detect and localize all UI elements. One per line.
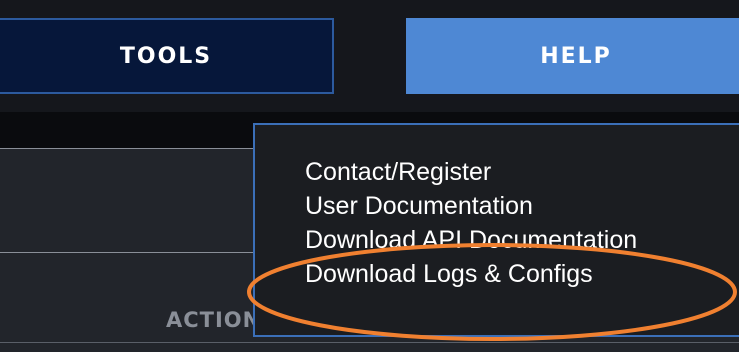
tab-tools-label: TOOLS (119, 43, 213, 69)
top-navigation-bar: TOOLS HELP (0, 0, 739, 112)
action-column-header: ACTION (166, 308, 262, 332)
app-window: TOOLS HELP ACTION Contact/Register User … (0, 0, 739, 352)
menu-item-user-documentation[interactable]: User Documentation (305, 189, 637, 223)
divider (0, 342, 739, 343)
menu-item-download-logs-configs[interactable]: Download Logs & Configs (305, 257, 637, 291)
menu-item-contact-register[interactable]: Contact/Register (305, 155, 637, 189)
menu-item-download-api-documentation[interactable]: Download API Documentation (305, 223, 637, 257)
help-dropdown-menu: Contact/Register User Documentation Down… (253, 123, 739, 337)
tab-help[interactable]: HELP (406, 18, 739, 94)
tab-tools[interactable]: TOOLS (0, 18, 334, 94)
help-menu-list: Contact/Register User Documentation Down… (305, 155, 637, 291)
tab-help-label: HELP (540, 43, 612, 69)
